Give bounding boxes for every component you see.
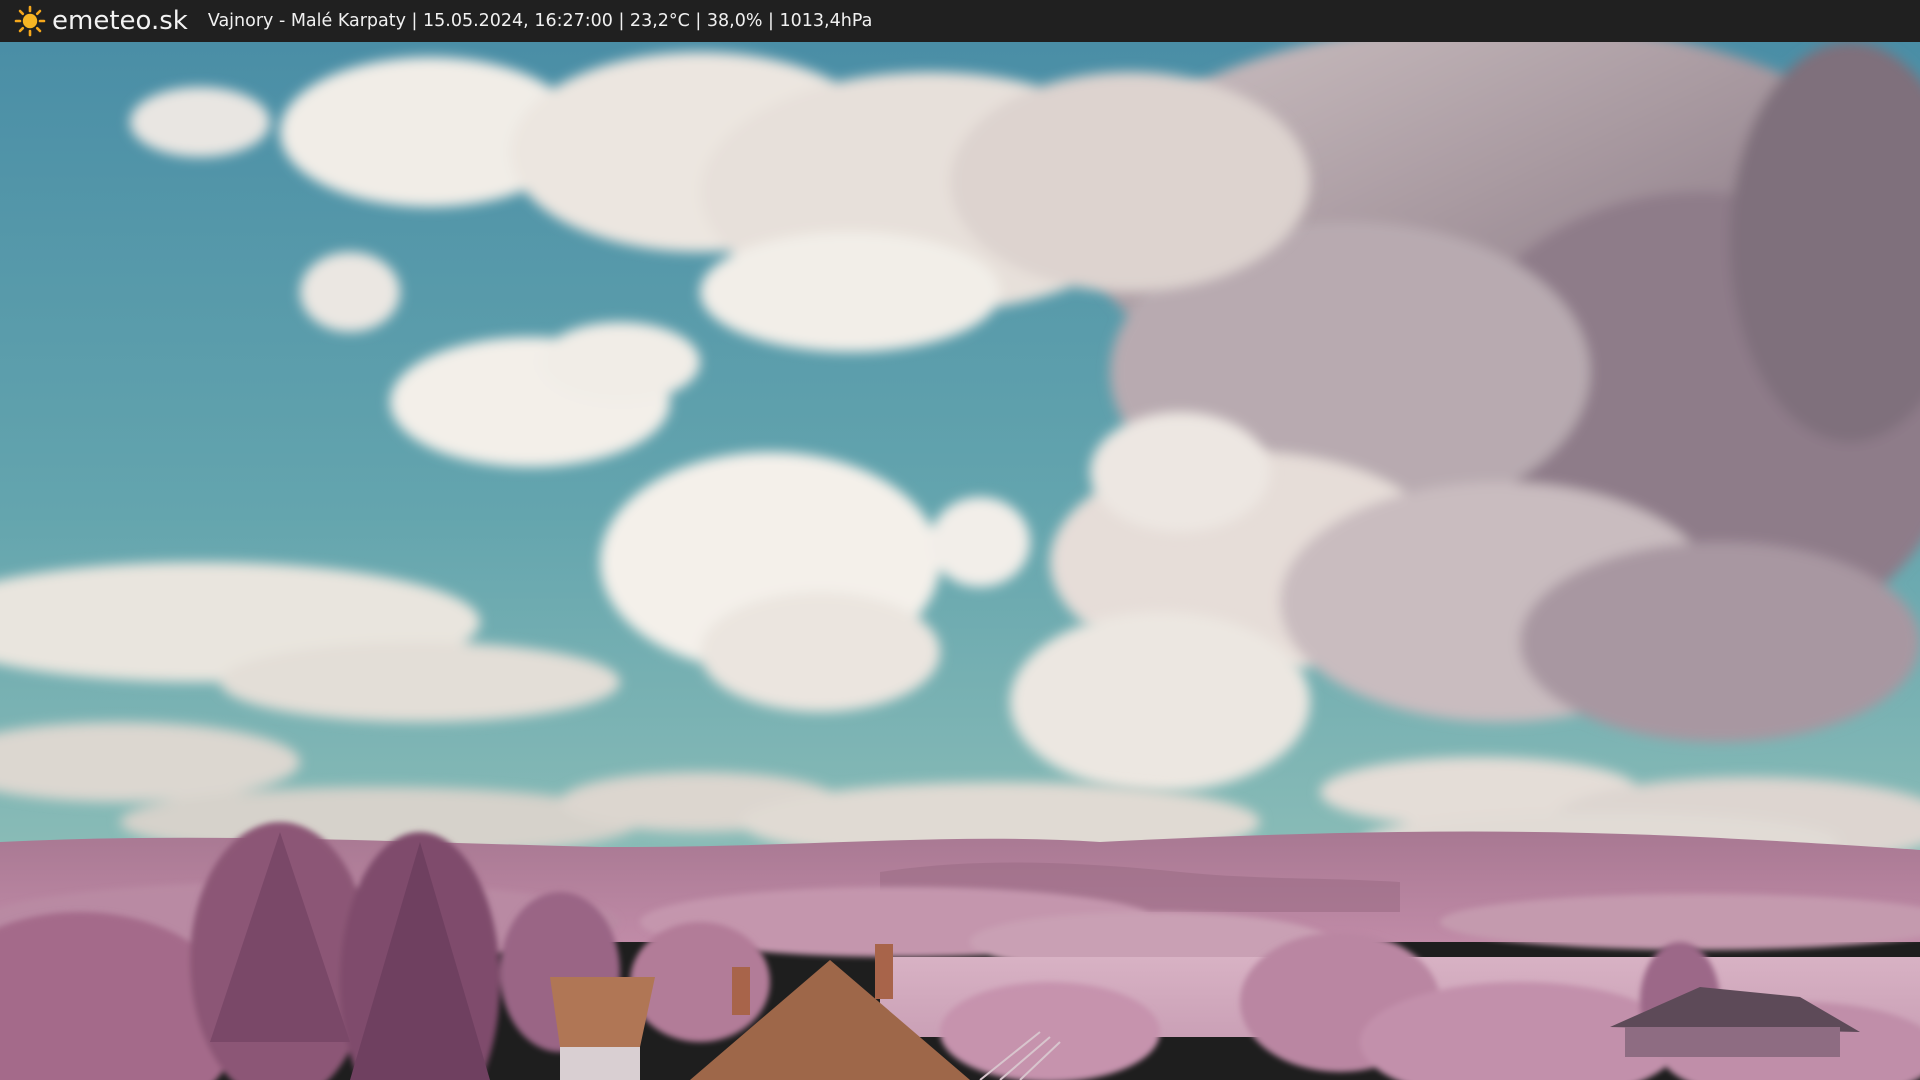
webcam-frame: emeteo.sk Vajnory - Malé Karpaty | 15.05… xyxy=(0,0,1920,1080)
site-name[interactable]: emeteo.sk xyxy=(52,6,188,36)
sun-icon xyxy=(14,5,46,37)
house-left xyxy=(550,977,655,1080)
webcam-image xyxy=(0,42,1920,1080)
caption-bar: emeteo.sk Vajnory - Malé Karpaty | 15.05… xyxy=(0,0,1920,42)
landscape-scene xyxy=(0,42,1920,1080)
station-caption: Vajnory - Malé Karpaty | 15.05.2024, 16:… xyxy=(207,11,873,31)
